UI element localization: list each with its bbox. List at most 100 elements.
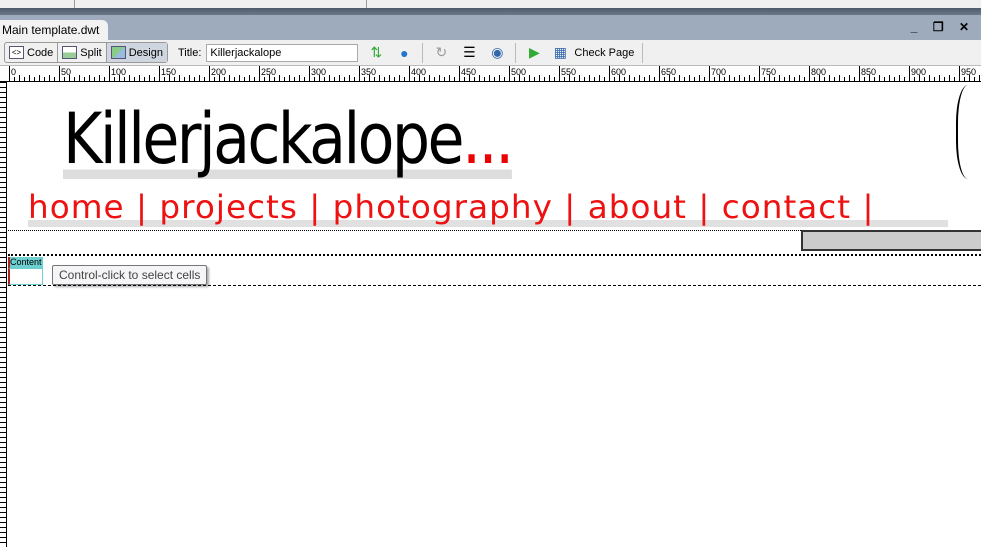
ruler-major-tick — [509, 66, 510, 81]
ruler-minor-tick — [879, 75, 880, 81]
ruler-minor-tick — [474, 77, 475, 81]
site-logo-text: Killerjackalope... — [63, 98, 514, 180]
ruler-minor-tick — [554, 77, 555, 81]
ruler-minor-tick — [534, 77, 535, 81]
view-mode-group: <> Code Split Design — [4, 42, 168, 63]
gray-bar-cell — [801, 230, 981, 251]
ruler-minor-tick — [664, 77, 665, 81]
document-tab-bar: Main template.dwt _ ❐ ✕ — [0, 15, 981, 40]
ruler-minor-tick — [344, 77, 345, 81]
ruler-minor-tick — [129, 75, 130, 81]
ruler-minor-tick — [379, 75, 380, 81]
ruler-minor-tick — [179, 75, 180, 81]
ruler-minor-tick — [789, 75, 790, 81]
restore-button[interactable]: ❐ — [933, 20, 950, 34]
ruler-minor-tick — [834, 77, 835, 81]
ruler-minor-tick — [149, 75, 150, 81]
design-view-button[interactable]: Design — [106, 43, 167, 62]
nav-link-home[interactable]: home — [28, 188, 125, 226]
ruler-minor-tick — [639, 75, 640, 81]
ruler-minor-tick — [264, 77, 265, 81]
ruler-minor-tick — [354, 77, 355, 81]
ruler-minor-tick — [504, 77, 505, 81]
ruler-minor-tick — [169, 75, 170, 81]
validate-markup-icon[interactable]: ▶ — [524, 44, 544, 61]
nav-separator: | — [686, 188, 722, 226]
ruler-minor-tick — [674, 77, 675, 81]
ruler-major-tick — [409, 66, 410, 81]
ruler-major-tick — [459, 66, 460, 81]
ruler-minor-tick — [394, 77, 395, 81]
ruler-minor-tick — [569, 75, 570, 81]
ruler-minor-tick — [589, 75, 590, 81]
file-management-icon[interactable]: ⇅ — [366, 44, 386, 61]
nav-link-contact[interactable]: contact — [722, 188, 851, 226]
ruler-minor-tick — [39, 75, 40, 81]
ruler-minor-tick — [714, 77, 715, 81]
design-canvas[interactable]: Killerjackalope... home | projects | pho… — [8, 83, 981, 547]
ruler-minor-tick — [729, 75, 730, 81]
ruler-minor-tick — [204, 77, 205, 81]
ruler-minor-tick — [514, 77, 515, 81]
ruler-minor-tick — [799, 75, 800, 81]
ruler-minor-tick — [579, 75, 580, 81]
ruler-major-tick — [609, 66, 610, 81]
editable-region-tag[interactable]: Content — [8, 257, 43, 268]
ruler-minor-tick — [914, 77, 915, 81]
toolbar-separator — [642, 42, 644, 63]
ruler-minor-tick — [449, 75, 450, 81]
refresh-icon[interactable]: ↻ — [431, 44, 451, 61]
document-tab[interactable]: Main template.dwt — [0, 20, 108, 40]
ruler-minor-tick — [274, 77, 275, 81]
ruler-minor-tick — [224, 77, 225, 81]
ruler-minor-tick — [239, 75, 240, 81]
preview-browser-icon[interactable]: ● — [394, 45, 414, 61]
ruler-minor-tick — [144, 77, 145, 81]
visual-aids-icon[interactable]: ◉ — [487, 44, 507, 61]
ruler-minor-tick — [419, 75, 420, 81]
ruler-minor-tick — [874, 77, 875, 81]
ruler-minor-tick — [89, 75, 90, 81]
ruler-minor-tick — [484, 77, 485, 81]
ruler-major-tick — [159, 66, 160, 81]
ruler-minor-tick — [24, 77, 25, 81]
ruler-minor-tick — [884, 77, 885, 81]
split-view-button[interactable]: Split — [58, 43, 107, 62]
editable-region-content[interactable] — [8, 268, 43, 285]
ruler-major-tick — [9, 66, 10, 81]
ruler-minor-tick — [894, 77, 895, 81]
ruler-minor-tick — [424, 77, 425, 81]
ruler-minor-tick — [469, 75, 470, 81]
ruler-major-tick — [959, 66, 960, 81]
ruler-minor-tick — [944, 77, 945, 81]
view-options-icon[interactable]: ☰ — [459, 44, 479, 61]
ruler-minor-tick — [249, 75, 250, 81]
ruler-minor-tick — [79, 75, 80, 81]
ruler-minor-tick — [649, 75, 650, 81]
horizontal-ruler[interactable]: 0 50 100 150 200 250 300 350 400 450 500 550 600 650 7… — [0, 66, 981, 82]
ruler-minor-tick — [104, 77, 105, 81]
check-page-button[interactable]: ▦ Check Page — [548, 44, 635, 61]
nav-link-projects[interactable]: projects — [159, 188, 297, 226]
code-view-button[interactable]: <> Code — [5, 43, 59, 62]
title-input[interactable] — [206, 43, 359, 62]
ruler-minor-tick — [704, 77, 705, 81]
ruler-minor-tick — [974, 77, 975, 81]
ruler-major-tick — [59, 66, 60, 81]
vertical-ruler[interactable] — [0, 82, 7, 547]
ruler-minor-tick — [69, 75, 70, 81]
nav-link-about[interactable]: about — [588, 188, 687, 226]
ruler-minor-tick — [684, 77, 685, 81]
ruler-minor-tick — [824, 77, 825, 81]
ruler-minor-tick — [764, 77, 765, 81]
close-button[interactable]: ✕ — [959, 20, 975, 34]
minimize-button[interactable]: _ — [911, 20, 924, 34]
ruler-minor-tick — [864, 77, 865, 81]
ruler-minor-tick — [844, 77, 845, 81]
table-border — [8, 254, 981, 256]
nav-link-photography[interactable]: photography — [333, 188, 553, 226]
nav-separator: | — [851, 188, 875, 226]
ruler-minor-tick — [939, 75, 940, 81]
ruler-minor-tick — [804, 77, 805, 81]
ruler-minor-tick — [584, 77, 585, 81]
